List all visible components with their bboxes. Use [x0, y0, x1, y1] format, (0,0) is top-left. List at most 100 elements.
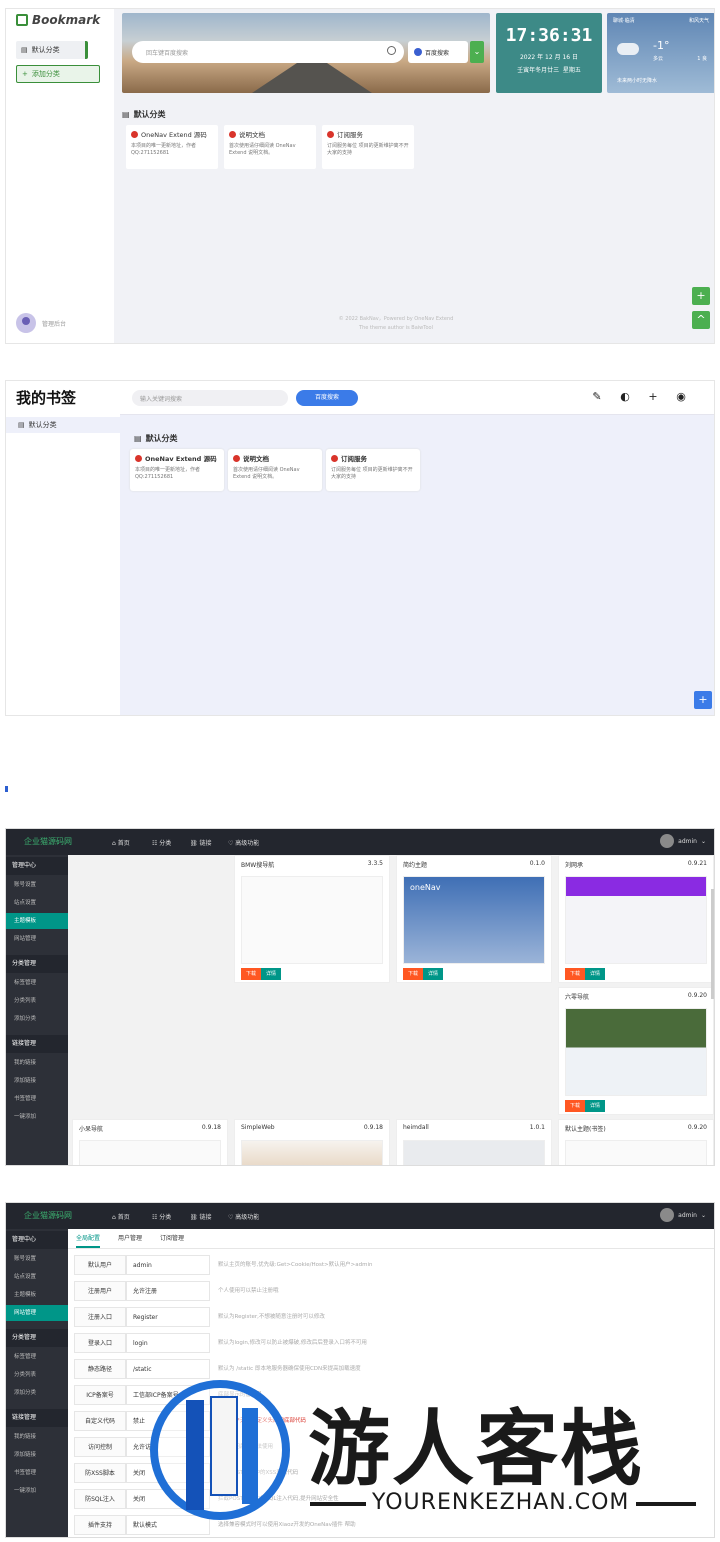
sidebar-item[interactable]: 分类列表	[6, 993, 68, 1009]
download-button[interactable]: 下载	[565, 968, 585, 980]
engine-selector[interactable]: 百度搜索	[408, 41, 468, 63]
download-button[interactable]: 下载	[565, 1100, 585, 1112]
clock-widget: 17:36:31 2022 年 12 月 16 日 壬寅年冬月廿三 星期五	[496, 13, 602, 93]
sidebar-item[interactable]: 一键添加	[6, 1483, 68, 1499]
sidebar-item[interactable]: 站点设置	[6, 1269, 68, 1285]
link-card[interactable]: OneNav Extend 源码 本项目的唯一更新地址，作者QQ:27115268…	[130, 449, 224, 491]
group-links[interactable]: 链接管理	[6, 1409, 68, 1427]
scrollbar[interactable]	[711, 889, 714, 999]
sidebar-item[interactable]: 添加分类	[6, 1011, 68, 1027]
sidebar-item[interactable]: 书签管理	[6, 1091, 68, 1107]
sidebar-item[interactable]: 账号设置	[6, 1251, 68, 1267]
brand: 企业猫源码网	[24, 837, 72, 846]
group-links[interactable]: 链接管理	[6, 1035, 68, 1053]
detail-button[interactable]: 详情	[585, 968, 605, 980]
plus-icon[interactable]: +	[646, 390, 660, 404]
book-icon: ▤	[122, 110, 130, 119]
nav-home[interactable]: ⌂ 首页	[112, 838, 130, 847]
sidebar-item-active[interactable]: 主题模板	[6, 913, 68, 929]
sidebar-item[interactable]: 添加链接	[6, 1073, 68, 1089]
link-card[interactable]: 说明文档 首次使用请仔细阅读 OneNav Extend 说明文档。	[228, 449, 322, 491]
sidebar-item-default[interactable]: ▤ 默认分类	[6, 417, 120, 433]
logo: Bookmark	[16, 13, 100, 27]
detail-button[interactable]: 详情	[423, 968, 443, 980]
group-management[interactable]: 管理中心	[6, 1231, 68, 1249]
link-card[interactable]: OneNav Extend 源码 本项目的唯一更新地址，作者QQ:27115268…	[126, 125, 218, 169]
theme-card[interactable]: BMW搜导航 3.3.5 下载 详情	[234, 855, 390, 983]
group-category[interactable]: 分类管理	[6, 955, 68, 973]
nav-advanced[interactable]: ♡ 高级功能	[228, 838, 259, 847]
admin-sidebar: 管理中心 账号设置 站点设置 主题模板 网站管理 分类管理 标签管理 分类列表 …	[6, 1229, 68, 1537]
link-card[interactable]: 订阅服务 订阅服务每位 项目的更新维护离不开大家的支持	[322, 125, 414, 169]
tab-subscription[interactable]: 订阅管理	[160, 1233, 184, 1248]
group-management[interactable]: 管理中心	[6, 857, 68, 875]
theme-preview	[565, 1140, 707, 1165]
baidu-icon	[414, 48, 422, 56]
theme-card[interactable]: 默认主题(书签) 0.9.20	[558, 1119, 714, 1165]
tab-bar: 全局配置 用户管理 订阅管理	[76, 1233, 184, 1248]
search-icon[interactable]	[387, 46, 396, 55]
theme-card[interactable]: 简约主题 0.1.0 oneNav 下载 详情	[396, 855, 552, 983]
bookmark-theme-screenshot: Bookmark ▤ 默认分类 + 添加分类 管理后台 回车键百度搜索 百度搜索 ⌄…	[5, 8, 715, 344]
tab-global[interactable]: 全局配置	[76, 1233, 101, 1248]
add-category-button[interactable]: + 添加分类	[16, 65, 100, 83]
sidebar-item-active[interactable]: 网站管理	[6, 1305, 68, 1321]
nav-advanced[interactable]: ♡ 高级功能	[228, 1212, 259, 1221]
weather-widget[interactable]: 聊城·临清 和风天气 -1° 多云 1 良 未来两小时无降水	[607, 13, 714, 93]
link-card[interactable]: 说明文档 首次使用请仔细阅读 OneNav Extend 说明文档。	[224, 125, 316, 169]
search-button[interactable]: 百度搜索	[296, 390, 358, 406]
input-field[interactable]: Register	[126, 1307, 210, 1327]
theme-card[interactable]: SimpleWeb 0.9.18	[234, 1119, 390, 1165]
nav-link[interactable]: ⛓ 链接	[190, 1212, 212, 1221]
input-field[interactable]: /static	[126, 1359, 210, 1379]
group-category[interactable]: 分类管理	[6, 1329, 68, 1347]
sidebar-item[interactable]: 网站管理	[6, 931, 68, 947]
link-card[interactable]: 订阅服务 订阅服务每位 项目的更新维护离不开大家的支持	[326, 449, 420, 491]
admin-nav: 企业猫源码网 ⌂ 首页 ☷ 分类 ⛓ 链接 ♡ 高级功能 admin ⌄	[6, 829, 714, 855]
user-menu[interactable]: admin ⌄	[660, 1208, 706, 1222]
download-button[interactable]: 下载	[403, 968, 423, 980]
sidebar-item[interactable]: 标签管理	[6, 975, 68, 991]
search-input[interactable]: 回车键百度搜索	[132, 41, 404, 63]
top-bar: 输入关键词搜索 百度搜索 ✎ ◐ + ◉	[120, 381, 714, 415]
sidebar-item[interactable]: 我的链接	[6, 1055, 68, 1071]
sidebar-item[interactable]: 一键添加	[6, 1109, 68, 1125]
select-field[interactable]: 允许注册	[126, 1281, 210, 1301]
palette-icon[interactable]: ◐	[618, 390, 632, 404]
magic-wand-icon[interactable]: ✎	[590, 390, 604, 404]
sidebar-item[interactable]: 添加链接	[6, 1447, 68, 1463]
add-button[interactable]: +	[692, 287, 710, 305]
sidebar-item[interactable]: 分类列表	[6, 1367, 68, 1383]
sidebar-item[interactable]: 账号设置	[6, 877, 68, 893]
theme-preview	[565, 1008, 707, 1096]
tab-users[interactable]: 用户管理	[118, 1233, 142, 1248]
sidebar-item[interactable]: 我的链接	[6, 1429, 68, 1445]
input-field[interactable]: admin	[126, 1255, 210, 1275]
sidebar-item[interactable]: 书签管理	[6, 1465, 68, 1481]
search-input[interactable]: 输入关键词搜索	[132, 390, 288, 406]
user-icon[interactable]: ◉	[674, 390, 688, 404]
watermark: 游人客栈 YOURENKEZHAN.COM	[150, 1378, 710, 1542]
theme-card[interactable]: 小呆导航 0.9.18	[72, 1119, 228, 1165]
download-button[interactable]: 下载	[241, 968, 261, 980]
add-button[interactable]: +	[694, 691, 712, 709]
detail-button[interactable]: 详情	[261, 968, 281, 980]
input-field[interactable]: login	[126, 1333, 210, 1353]
chevron-down-icon[interactable]: ⌄	[470, 41, 484, 63]
sidebar-item[interactable]: 主题模板	[6, 1287, 68, 1303]
user-menu[interactable]: admin ⌄	[660, 834, 706, 848]
admin-link[interactable]: 管理后台	[16, 313, 66, 333]
nav-link[interactable]: ⛓ 链接	[190, 838, 212, 847]
sidebar-item[interactable]: 标签管理	[6, 1349, 68, 1365]
detail-button[interactable]: 详情	[585, 1100, 605, 1112]
theme-card[interactable]: heimdall 1.0.1	[396, 1119, 552, 1165]
theme-card[interactable]: 六零导航 0.9.20 下载 详情	[558, 987, 714, 1115]
sidebar-item-default[interactable]: ▤ 默认分类	[16, 41, 88, 59]
sidebar-item[interactable]: 站点设置	[6, 895, 68, 911]
nav-category[interactable]: ☷ 分类	[152, 838, 171, 847]
sidebar-item[interactable]: 添加分类	[6, 1385, 68, 1401]
back-to-top-button[interactable]: ^	[692, 311, 710, 329]
theme-card[interactable]: 刘网承 0.9.21 下载 详情	[558, 855, 714, 983]
nav-home[interactable]: ⌂ 首页	[112, 1212, 130, 1221]
nav-category[interactable]: ☷ 分类	[152, 1212, 171, 1221]
